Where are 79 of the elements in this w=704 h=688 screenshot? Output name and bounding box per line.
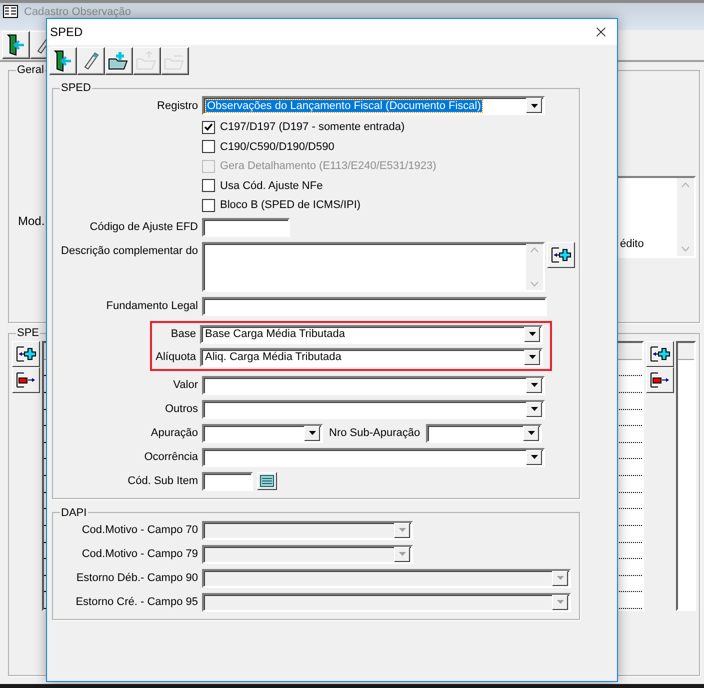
caret-icon [528,355,536,359]
field-label: Valor [173,379,198,391]
checkbox[interactable] [202,120,215,134]
form-icon [3,5,18,18]
remove-button[interactable] [646,367,674,393]
caret-icon [556,600,564,604]
field-label: Fundamento Legal [106,300,198,312]
add-row-icon [16,345,36,363]
checkbox[interactable] [202,198,215,212]
field-label: Código de Ajuste EFD [90,221,198,233]
folder-up-icon [136,51,158,71]
data-grid[interactable] [676,341,696,611]
group-title: SPE [16,327,40,339]
checkbox[interactable] [202,179,215,192]
caret-icon [308,431,316,435]
text-field[interactable] [202,218,290,236]
text-field[interactable] [202,296,547,316]
checkbox-label: C190/C590/D190/D590 [220,140,334,153]
eraser-icon [84,52,98,70]
group-title: Geral [16,64,45,76]
caret-icon [398,552,406,556]
checkbox-label: C197/D197 (D197 - somente entrada) [220,121,405,134]
window-title: Cadastro Observação [24,6,131,18]
dropdown[interactable] [202,448,545,466]
caret-icon [556,576,564,580]
field-label: Mod. [18,214,45,230]
caret-icon [528,431,535,435]
field-label: Outros [164,403,198,415]
field-label: Cód. Sub Item [128,475,198,487]
caret-icon [530,407,538,411]
door-exit-icon [53,50,73,72]
dialog-title: SPED [50,25,83,39]
checkbox-label: Bloco B (SPED de ICMS/IPI) [220,199,361,212]
door-exit-icon [6,34,26,56]
add-row-icon [650,345,670,363]
dropdown[interactable] [426,424,542,442]
field-label: Base [170,328,196,340]
field-label: Registro [157,100,198,112]
field-label: Cod.Motivo - Campo 79 [82,548,198,560]
dropdown[interactable] [202,400,545,418]
lookup-button[interactable] [257,472,277,490]
toolbar-button[interactable] [2,31,30,59]
dropdown[interactable]: Aliq. Carga Média Tributada [200,348,543,366]
checkbox-label: Gera Detalhamento (E113/E240/E531/1923) [220,160,436,172]
caret-icon [398,528,406,532]
field-label: Apuração [150,427,198,439]
dropdown[interactable] [202,424,323,442]
dropdown[interactable]: Base Carga Média Tributada [200,324,543,344]
add-row-icon [551,246,571,264]
caret-icon [530,383,538,387]
field-label: Estorno Cré. - Campo 95 [76,596,198,608]
caret-icon [528,332,536,336]
add-button[interactable] [547,242,575,268]
field-label: Cod.Motivo - Campo 70 [82,524,198,536]
add-button[interactable] [12,341,40,367]
field-label: Descrição complementar do [61,244,198,256]
toolbar-button[interactable] [49,47,77,75]
field-label: Nro Sub-Apuração [329,427,420,439]
dropdown[interactable]: Observações do Lançamento Fiscal (Documento Fiscal) [202,96,545,115]
field-label: Estorno Déb.- Campo 90 [76,572,198,584]
list-icon [260,475,274,487]
group-title: DAPI [60,506,88,518]
field-label: Ocorrência [144,451,198,463]
checkbox[interactable] [202,140,215,154]
toolbar-button[interactable] [105,47,133,75]
remove-row-icon [650,371,670,389]
text-field[interactable] [202,472,253,490]
list-item[interactable]: édito [620,238,677,250]
remove-row-icon [16,371,36,389]
dropdown[interactable] [202,376,545,394]
toolbar-button[interactable] [77,47,105,75]
caret-icon [530,455,538,459]
checkbox-label: Usa Cód. Ajuste NFe [220,180,323,192]
caret-icon [530,104,538,108]
field-label: Alíquota [156,351,196,363]
remove-button[interactable] [12,367,40,393]
group-title: SPED [60,82,92,94]
folder-plus-icon [108,51,130,71]
add-button[interactable] [646,341,674,367]
